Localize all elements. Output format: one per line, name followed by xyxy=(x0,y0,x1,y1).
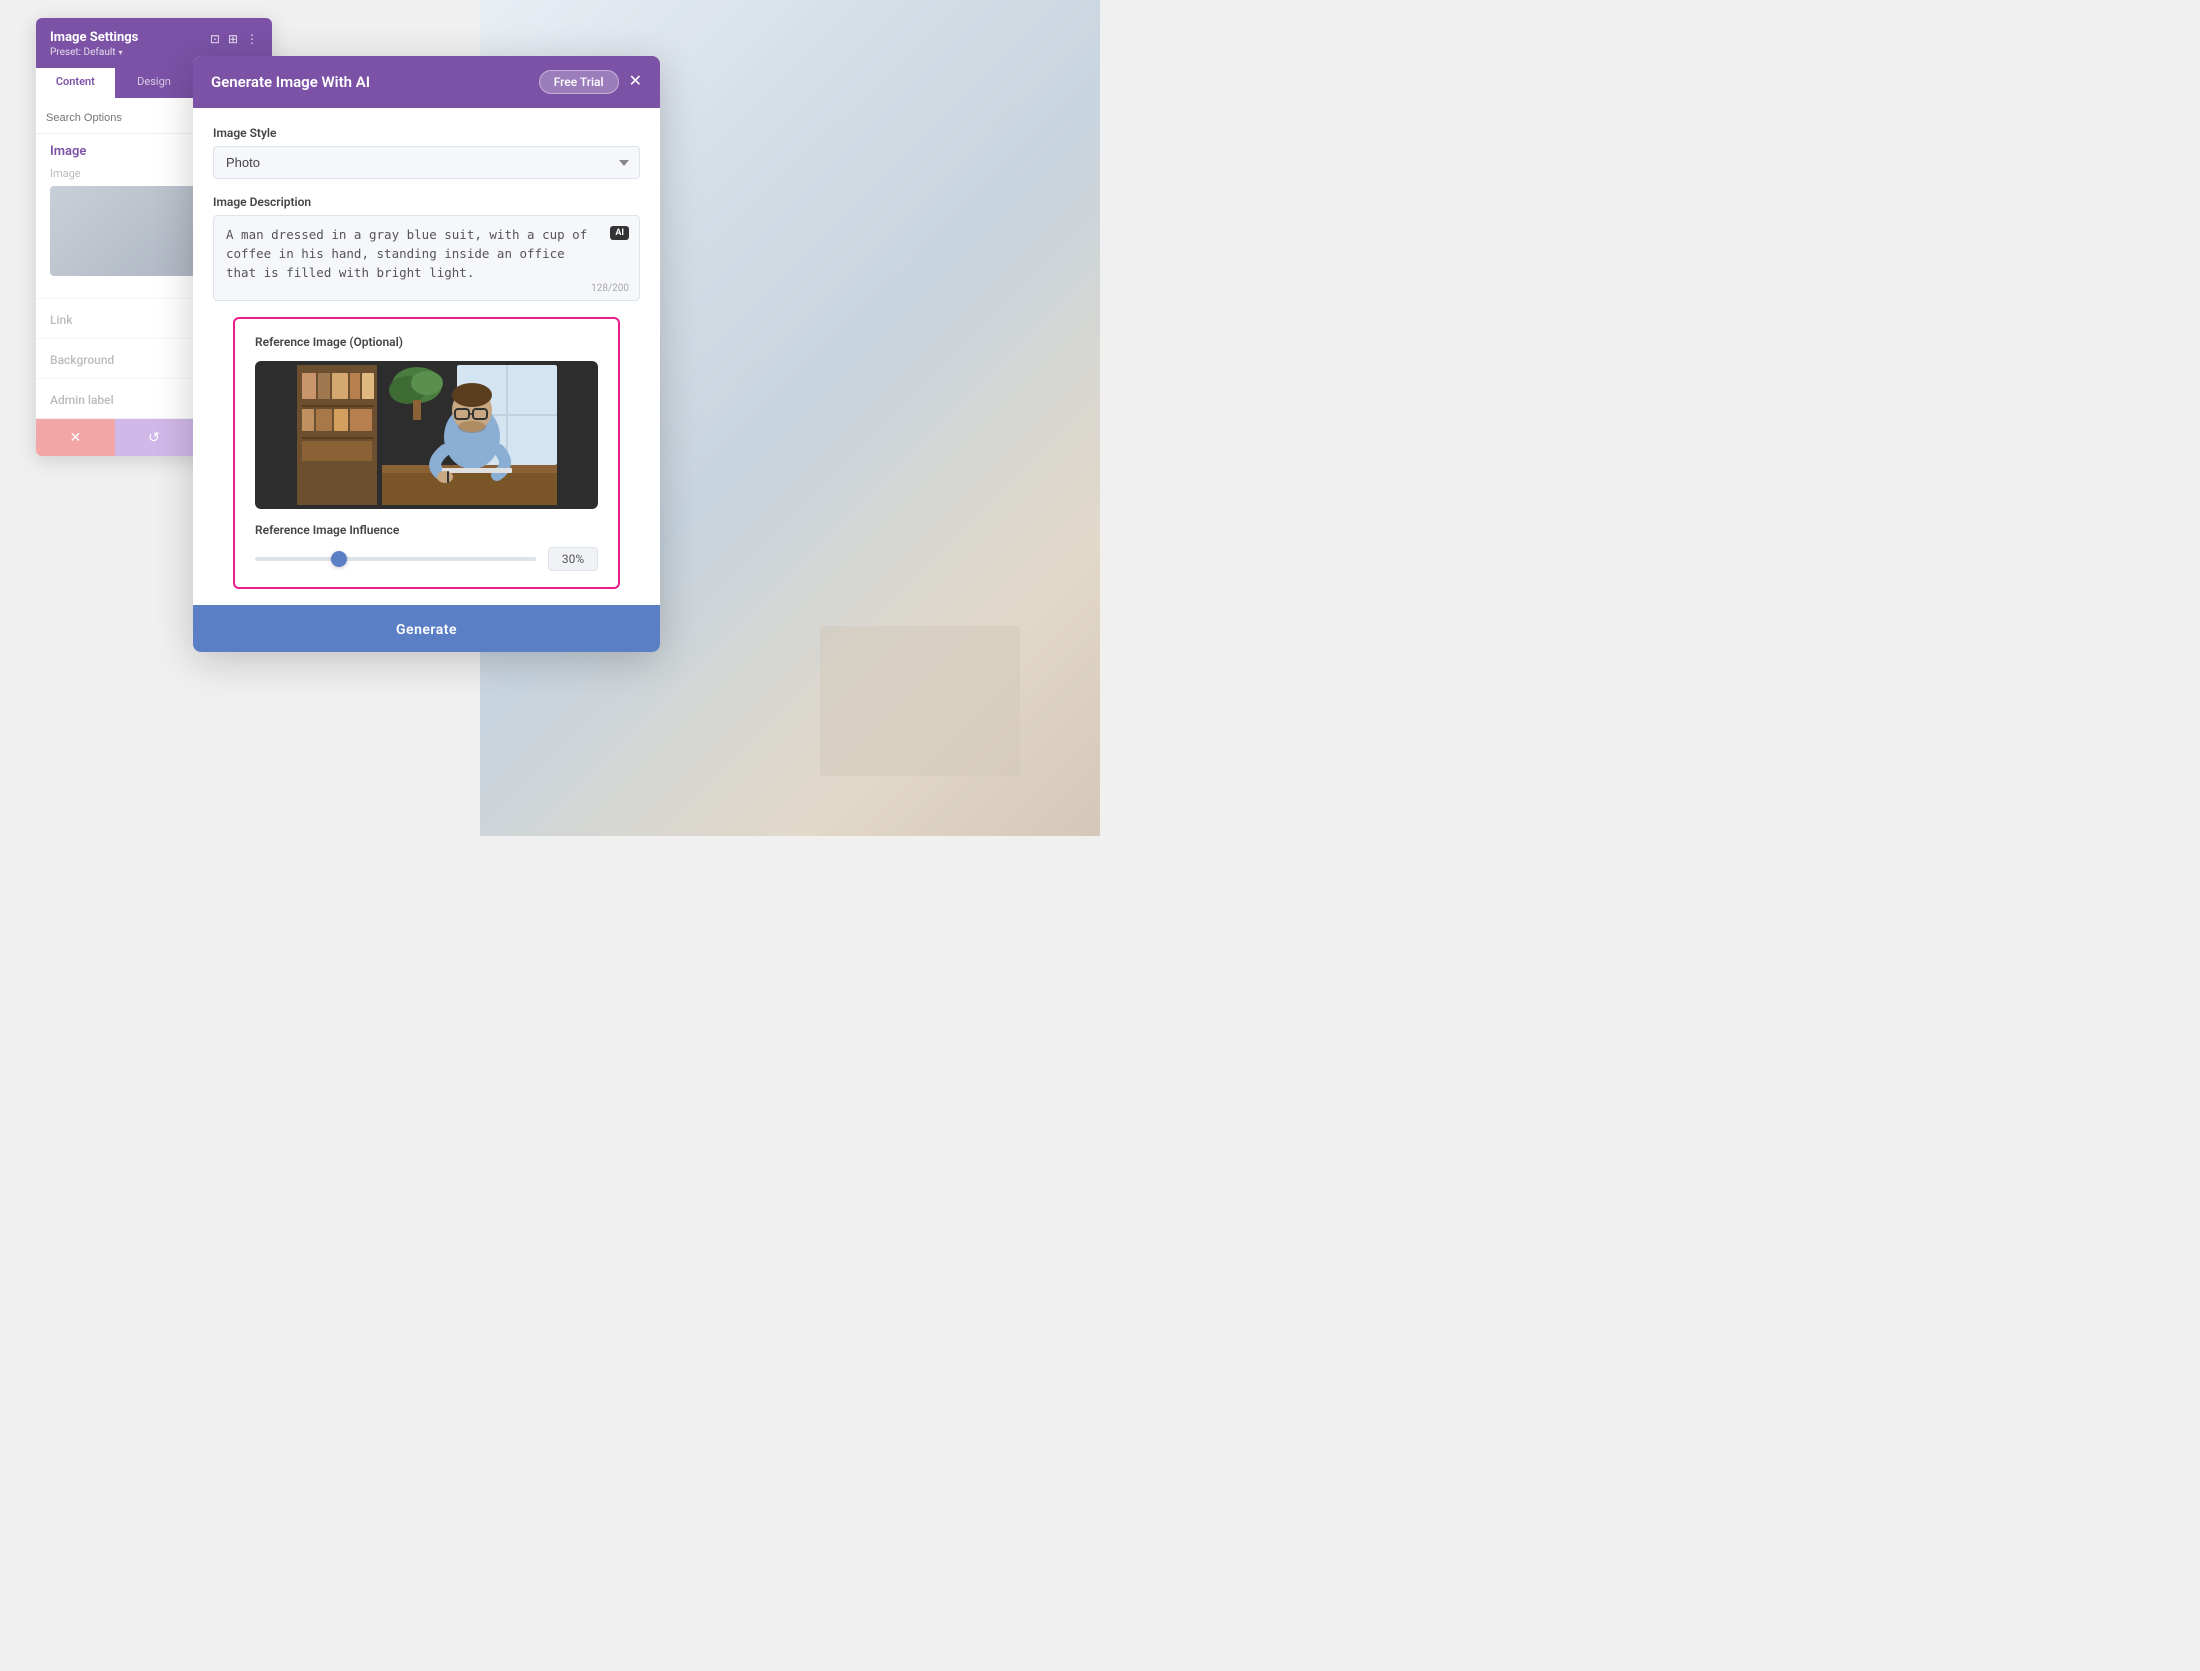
image-description-textarea[interactable] xyxy=(214,216,639,296)
panel-preset[interactable]: Preset: Default ▾ xyxy=(50,47,138,58)
tab-design[interactable]: Design xyxy=(115,68,194,98)
cancel-button[interactable]: ✕ xyxy=(36,419,115,456)
panel-icon-crop[interactable]: ⊡ xyxy=(210,32,220,46)
influence-slider[interactable] xyxy=(255,557,536,561)
generate-button-label: Generate xyxy=(396,622,457,638)
modal-close-button[interactable]: ✕ xyxy=(629,74,642,90)
reference-image-svg xyxy=(297,365,557,505)
image-style-group: Image Style Photo Illustration Sketch Oi… xyxy=(213,126,640,179)
modal-header: Generate Image With AI Free Trial ✕ xyxy=(193,56,660,108)
slider-value: 30% xyxy=(548,547,598,571)
ai-badge: AI xyxy=(610,226,629,240)
slider-row: 30% xyxy=(255,547,598,571)
modal-body: Image Style Photo Illustration Sketch Oi… xyxy=(193,108,660,589)
modal-title: Generate Image With AI xyxy=(211,73,370,91)
influence-label: Reference Image Influence xyxy=(255,523,598,537)
modal-header-right: Free Trial ✕ xyxy=(539,70,642,94)
panel-icon-more[interactable]: ⋮ xyxy=(246,32,258,46)
preset-dropdown-arrow: ▾ xyxy=(119,48,123,57)
reference-image-label: Reference Image (Optional) xyxy=(255,335,598,349)
reference-image-box[interactable] xyxy=(255,361,598,509)
slider-thumb[interactable] xyxy=(331,551,347,567)
link-label: Link xyxy=(50,313,72,327)
image-description-label: Image Description xyxy=(213,195,640,209)
undo-button[interactable]: ↺ xyxy=(115,419,194,456)
free-trial-badge: Free Trial xyxy=(539,70,619,94)
textarea-container: AI 128/200 xyxy=(213,215,640,301)
reference-image-section: Reference Image (Optional) xyxy=(233,317,620,589)
panel-icon-columns[interactable]: ⊞ xyxy=(228,32,238,46)
tab-content[interactable]: Content xyxy=(36,68,115,98)
panel-header-icons: ⊡ ⊞ ⋮ xyxy=(210,32,258,46)
generate-image-modal: Generate Image With AI Free Trial ✕ Imag… xyxy=(193,56,660,652)
image-style-label: Image Style xyxy=(213,126,640,140)
generate-button[interactable]: Generate xyxy=(193,605,660,652)
slider-fill xyxy=(255,557,339,561)
image-description-group: Image Description AI 128/200 xyxy=(213,195,640,301)
background-label: Background xyxy=(50,353,114,367)
char-count: 128/200 xyxy=(591,283,629,294)
image-style-select[interactable]: Photo Illustration Sketch Oil Painting xyxy=(213,146,640,179)
panel-title: Image Settings xyxy=(50,30,138,45)
admin-label: Admin label xyxy=(50,393,114,407)
